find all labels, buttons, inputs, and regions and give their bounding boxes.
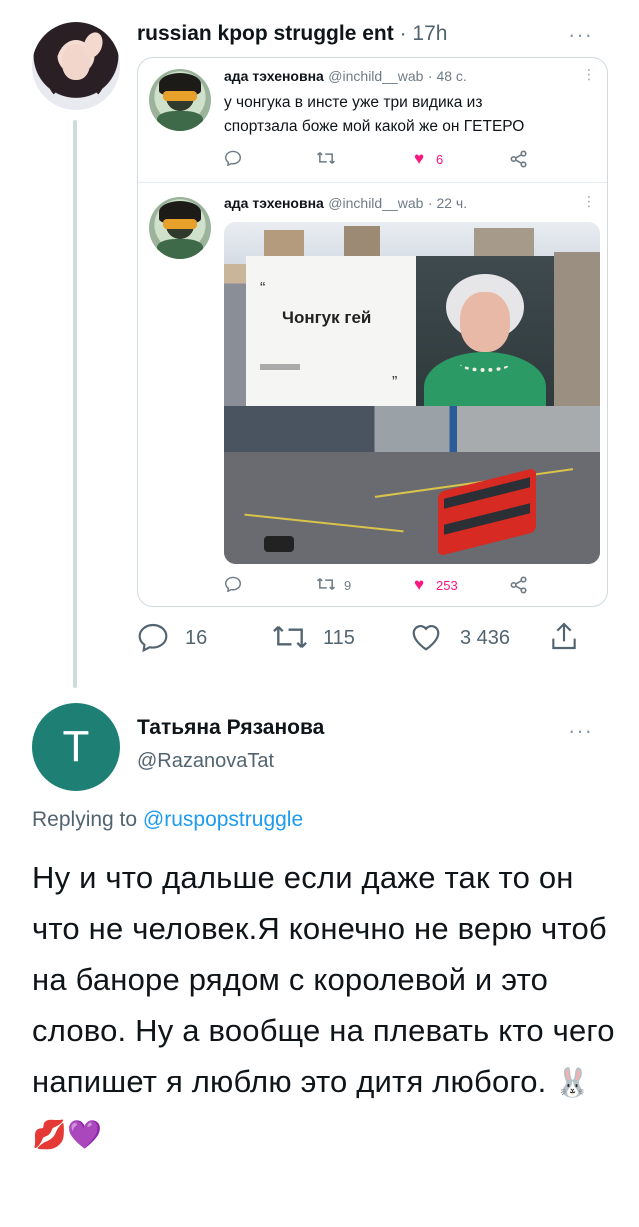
reply-icon[interactable]	[224, 150, 242, 169]
quoted-author-name[interactable]: ада тэхеновна	[224, 195, 324, 211]
reply-text-body: Ну и что дальше если даже так то он что …	[32, 860, 615, 1099]
author-name[interactable]: russian kpop struggle ent	[137, 22, 394, 45]
portrait-face	[460, 292, 510, 352]
reply-text: Ну и что дальше если даже так то он что …	[32, 852, 622, 1160]
road-marking	[244, 513, 404, 533]
retweet-icon[interactable]	[316, 576, 336, 595]
photo-building	[554, 252, 600, 412]
more-options-icon[interactable]: ···	[568, 22, 593, 48]
share-icon[interactable]	[510, 576, 528, 597]
quoted-header: ада тэхеновна @inchild__wab · 48 с.	[224, 68, 467, 86]
quoted-handle[interactable]: @inchild__wab	[328, 68, 423, 84]
reply-icon[interactable]	[137, 622, 169, 653]
billboard-close-quote: ”	[392, 374, 398, 391]
retweet-count: 9	[344, 578, 352, 593]
quoted-time: · 22 ч.	[427, 195, 468, 211]
quoted-text-line: у чонгука в инсте уже три видика из	[224, 94, 483, 111]
quoted-author-avatar[interactable]	[149, 69, 211, 131]
like-icon[interactable]	[409, 622, 443, 652]
billboard-small-print	[260, 364, 300, 370]
billboard-left-panel: “ Чонгук гей ”	[246, 256, 416, 406]
more-options-icon[interactable]: ···	[568, 718, 593, 744]
tweet-header: russian kpop struggle ent · 17h	[137, 22, 447, 46]
billboard: “ Чонгук гей ”	[246, 256, 554, 406]
photo-building	[264, 230, 304, 256]
quoted-tweet-card[interactable]: ада тэхеновна @inchild__wab · 48 с. ⋮ у …	[137, 57, 608, 607]
photo-building	[474, 228, 534, 256]
quoted-actions: ♥ 6	[224, 149, 604, 171]
quoted-actions: 9 ♥ 253	[224, 575, 604, 597]
bus-window	[444, 503, 530, 535]
quoted-author-name[interactable]: ада тэхеновна	[224, 68, 324, 84]
billboard-text: Чонгук гей	[282, 308, 372, 327]
reply-author-name[interactable]: Татьяна Рязанова	[137, 716, 324, 740]
quoted-author-avatar[interactable]	[149, 197, 211, 259]
share-icon[interactable]	[549, 620, 579, 652]
retweet-icon[interactable]	[316, 150, 336, 169]
avatar-shirt	[157, 239, 203, 259]
reply-icon[interactable]	[224, 576, 242, 595]
retweet-count: 115	[323, 627, 355, 649]
retweet-icon[interactable]	[271, 622, 309, 652]
author-avatar[interactable]	[32, 22, 120, 110]
reply-author-avatar[interactable]: T	[32, 703, 120, 791]
billboard-open-quote: “	[260, 280, 266, 297]
quoted-header: ада тэхеновна @inchild__wab · 22 ч.	[224, 195, 467, 213]
billboard-photo[interactable]: “ Чонгук гей ”	[224, 222, 600, 564]
quoted-text-line: спортзала боже мой какой же он ГЕТЕРО	[224, 118, 525, 135]
thread-connector-line	[73, 120, 77, 688]
quoted-more-icon[interactable]: ⋮	[582, 66, 596, 83]
quoted-time: · 48 с.	[427, 68, 467, 84]
photo-building	[344, 226, 380, 256]
reply-author-handle[interactable]: @RazanovaTat	[137, 750, 274, 773]
like-icon[interactable]: ♥	[414, 149, 424, 169]
replying-prefix: Replying to	[32, 808, 143, 831]
like-count: 6	[436, 152, 444, 167]
avatar-glasses	[163, 219, 197, 229]
like-count: 253	[436, 578, 458, 593]
tweet-time[interactable]: · 17h	[400, 22, 448, 45]
billboard-portrait	[416, 256, 554, 406]
photo-storefronts	[224, 406, 600, 452]
share-icon[interactable]	[510, 150, 528, 171]
quoted-divider	[138, 182, 607, 183]
quoted-handle[interactable]: @inchild__wab	[328, 195, 423, 211]
quoted-more-icon[interactable]: ⋮	[582, 193, 596, 210]
like-icon[interactable]: ♥	[414, 575, 424, 595]
reply-count: 16	[185, 627, 208, 649]
like-count: 3 436	[460, 627, 511, 649]
portrait-pearls	[460, 356, 510, 372]
avatar-shirt	[157, 111, 203, 131]
avatar-glasses	[163, 91, 197, 101]
replying-to: Replying to @ruspopstruggle	[32, 808, 303, 832]
tweet-actions: 16 115 3 436	[137, 620, 597, 656]
photo-road	[224, 452, 600, 564]
photo-car	[264, 536, 294, 552]
replying-to-link[interactable]: @ruspopstruggle	[143, 808, 303, 831]
quoted-text: у чонгука в инсте уже три видика из спор…	[224, 91, 604, 139]
